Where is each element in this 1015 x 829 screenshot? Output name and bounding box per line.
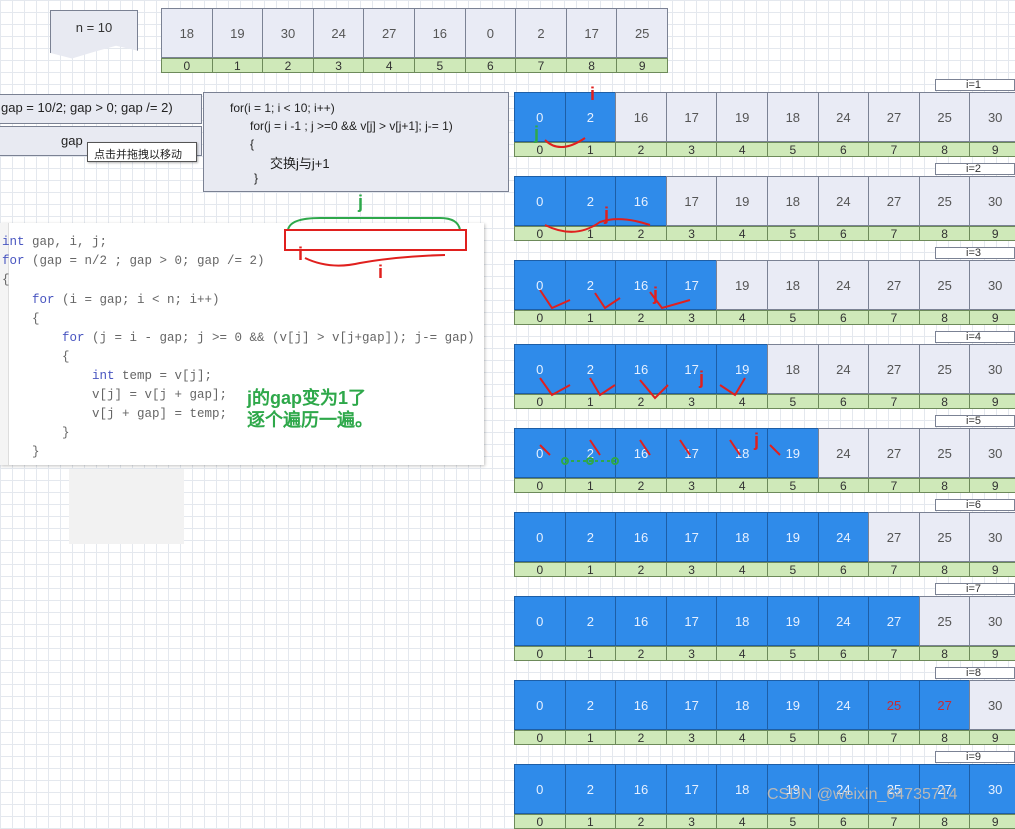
step-index: 6 [817, 814, 870, 829]
j-marker: j [699, 368, 705, 388]
j-marker: j [653, 284, 659, 304]
note-line: j的gap变为1了 [247, 388, 367, 408]
step-index: 2 [615, 814, 667, 829]
handwritten-annotations [284, 137, 781, 465]
j-marker: j [604, 204, 610, 224]
green-brace [287, 217, 461, 231]
i-marker: i [378, 262, 384, 282]
red-curve [544, 218, 651, 233]
step-index: 1 [564, 814, 617, 829]
j-marker: j [358, 192, 364, 212]
step-index: 7 [868, 814, 920, 829]
step-index: 4 [716, 814, 768, 829]
step-index: 3 [665, 814, 718, 829]
note-line: 逐个遍历一遍。 [247, 410, 373, 430]
red-curve [544, 137, 586, 148]
watermark: CSDN @weixin_64735714 [767, 786, 958, 803]
red-highlight-box [284, 229, 467, 251]
red-marks [539, 377, 746, 400]
j-marker: j [754, 430, 760, 450]
step-index: 0 [514, 814, 566, 829]
red-marks [539, 289, 691, 310]
step-index: 5 [767, 814, 819, 829]
green-note: j的gap变为1了 逐个遍历一遍。 [247, 387, 373, 431]
step-index: 8 [918, 814, 971, 829]
red-underline [304, 254, 446, 267]
j-marker: j [534, 123, 540, 143]
i-marker: i [590, 84, 596, 104]
red-marks [539, 439, 781, 456]
step-index: 9 [969, 814, 1015, 829]
i-marker: i [298, 244, 304, 264]
